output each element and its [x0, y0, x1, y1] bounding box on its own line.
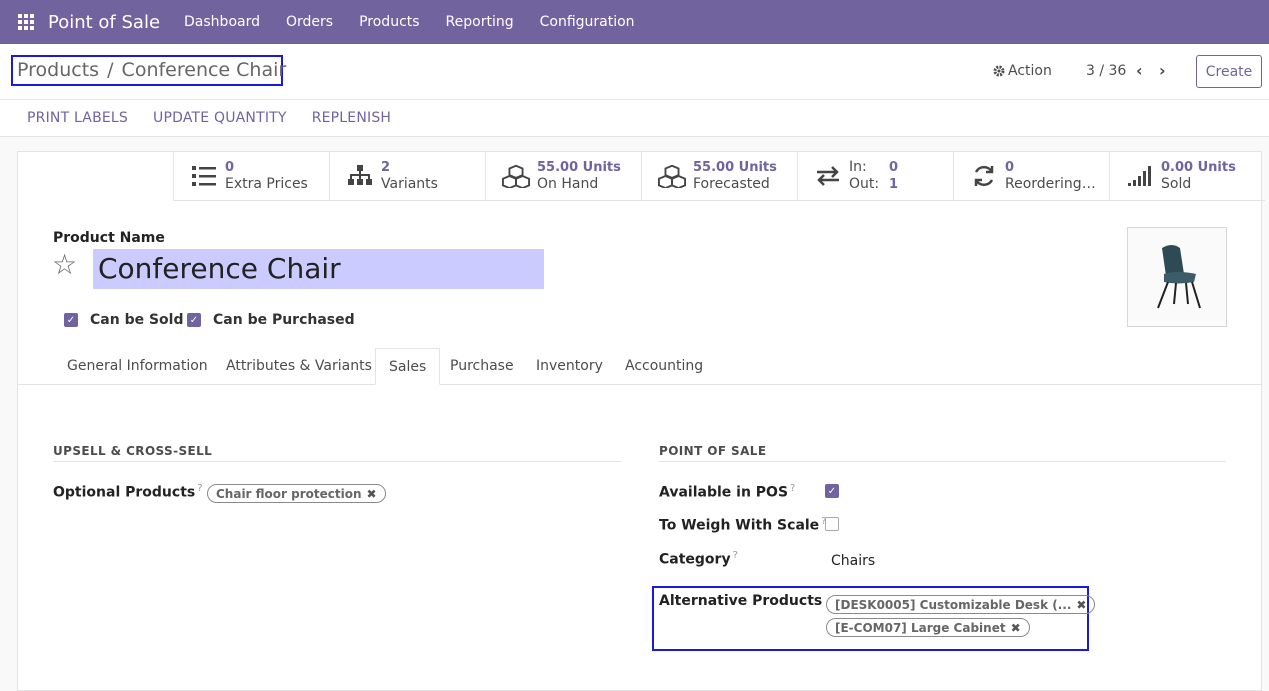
product-name-label: Product Name: [53, 230, 165, 246]
alternative-product-tag-label: [DESK0005] Customizable Desk (...: [835, 597, 1072, 612]
refresh-icon: [970, 163, 998, 189]
can-be-sold-label: Can be Sold: [90, 312, 184, 328]
sold-value: 0.00 Units: [1161, 160, 1236, 175]
chevron-left-icon[interactable]: ‹: [1136, 61, 1143, 80]
can-be-sold-checkbox[interactable]: ✓ Can be Sold: [64, 312, 183, 328]
optional-products-label: Optional Products?: [53, 483, 203, 501]
remove-tag-icon[interactable]: ✖: [1011, 621, 1021, 635]
breadcrumb-parent[interactable]: Products: [17, 59, 99, 81]
extra-prices-button[interactable]: 0 Extra Prices: [173, 152, 329, 201]
out-value: 1: [889, 177, 899, 192]
print-labels-button[interactable]: PRINT LABELS: [27, 110, 128, 126]
tab-general-information[interactable]: General Information: [67, 348, 208, 385]
available-in-pos-label: Available in POS?: [659, 483, 796, 501]
pos-section-title: POINT OF SALE: [659, 444, 767, 458]
action-button[interactable]: Action: [993, 63, 1052, 79]
in-out-button[interactable]: In: 0 Out: 1: [797, 152, 953, 201]
sitemap-icon: [346, 163, 374, 189]
variants-button[interactable]: 2 Variants: [329, 152, 485, 201]
variants-value: 2: [381, 160, 391, 175]
notebook-tabs: General Information Attributes & Variant…: [18, 348, 1261, 385]
sold-button[interactable]: 0.00 Units Sold: [1109, 152, 1265, 201]
action-label: Action: [1008, 63, 1052, 79]
cubes-icon: [658, 163, 686, 189]
tab-purchase[interactable]: Purchase: [450, 348, 514, 385]
app-brand[interactable]: Point of Sale: [48, 12, 160, 33]
breadcrumb-separator: /: [107, 59, 114, 81]
sold-label: Sold: [1161, 176, 1192, 192]
can-be-purchased-label: Can be Purchased: [213, 312, 355, 328]
gear-icon: [993, 65, 1005, 77]
weigh-with-scale-label: To Weigh With Scale?: [659, 516, 827, 534]
tab-inventory[interactable]: Inventory: [536, 348, 603, 385]
reordering-value: 0: [1005, 160, 1015, 175]
pos-divider: [659, 461, 1226, 462]
upsell-section-title: UPSELL & CROSS-SELL: [53, 444, 213, 458]
exchange-icon: [814, 163, 842, 189]
can-be-purchased-checkbox[interactable]: ✓ Can be Purchased: [187, 312, 355, 328]
smart-buttons: 0 Extra Prices 2 Variants 55.00 Units On…: [173, 152, 1265, 201]
tab-attributes-variants[interactable]: Attributes & Variants: [226, 348, 372, 385]
form-sheet: 0 Extra Prices 2 Variants 55.00 Units On…: [17, 151, 1265, 691]
category-label: Category?: [659, 550, 738, 568]
reordering-label: Reordering…: [1005, 176, 1096, 192]
star-icon[interactable]: ☆: [52, 250, 77, 280]
breadcrumb: Products / Conference Chair: [11, 55, 286, 86]
chair-image: [1157, 245, 1201, 309]
help-icon[interactable]: ?: [197, 483, 202, 494]
control-panel: Products / Conference Chair Action 3 / 3…: [0, 44, 1269, 100]
optional-product-tag: Chair floor protection ✖: [207, 484, 386, 503]
menu-dashboard[interactable]: Dashboard: [184, 14, 260, 30]
form-statusbar: PRINT LABELS UPDATE QUANTITY REPLENISH: [0, 100, 1269, 137]
help-icon[interactable]: ?: [790, 483, 795, 494]
cubes-icon: [502, 163, 530, 189]
check-icon: ✓: [187, 313, 201, 327]
product-name-input[interactable]: Conference Chair: [93, 249, 544, 289]
in-value: 0: [889, 160, 899, 175]
list-icon: [190, 163, 218, 189]
alternative-products-label: Alternative Products: [659, 593, 823, 609]
alternative-product-tag: [E-COM07] Large Cabinet ✖: [826, 618, 1030, 637]
alternative-product-tag-label: [E-COM07] Large Cabinet: [835, 620, 1006, 635]
pager-value[interactable]: 3 / 36: [1086, 63, 1126, 79]
forecasted-button[interactable]: 55.00 Units Forecasted: [641, 152, 797, 201]
menu-configuration[interactable]: Configuration: [540, 14, 635, 30]
remove-tag-icon[interactable]: ✖: [367, 487, 377, 501]
extra-prices-value: 0: [225, 160, 235, 175]
on-hand-button[interactable]: 55.00 Units On Hand: [485, 152, 641, 201]
available-in-pos-checkbox[interactable]: ✓: [825, 484, 839, 498]
replenish-button[interactable]: REPLENISH: [312, 110, 391, 126]
menu-products[interactable]: Products: [359, 14, 419, 30]
product-image[interactable]: [1127, 227, 1227, 327]
reordering-button[interactable]: 0 Reordering…: [953, 152, 1109, 201]
extra-prices-label: Extra Prices: [225, 176, 308, 192]
on-hand-value: 55.00 Units: [537, 160, 621, 175]
breadcrumb-current: Conference Chair: [121, 59, 287, 81]
tab-accounting[interactable]: Accounting: [625, 348, 703, 385]
menu-orders[interactable]: Orders: [286, 14, 333, 30]
chevron-right-icon[interactable]: ›: [1159, 61, 1166, 80]
forecasted-label: Forecasted: [693, 176, 770, 192]
out-label: Out:: [849, 176, 880, 192]
in-label: In:: [849, 159, 867, 175]
on-hand-label: On Hand: [537, 176, 599, 192]
tab-sales[interactable]: Sales: [375, 348, 441, 385]
forecasted-value: 55.00 Units: [693, 160, 777, 175]
signal-icon: [1126, 163, 1154, 189]
top-navbar: Point of Sale Dashboard Orders Products …: [0, 0, 1269, 44]
update-quantity-button[interactable]: UPDATE QUANTITY: [153, 110, 287, 126]
upsell-divider: [53, 461, 621, 462]
weigh-with-scale-checkbox[interactable]: [825, 517, 839, 531]
alternative-product-tag: [DESK0005] Customizable Desk (... ✖: [826, 595, 1096, 614]
remove-tag-icon[interactable]: ✖: [1076, 598, 1086, 612]
category-value[interactable]: Chairs: [831, 553, 875, 569]
create-button[interactable]: Create: [1196, 55, 1262, 88]
variants-label: Variants: [381, 176, 438, 192]
menu-reporting[interactable]: Reporting: [446, 14, 514, 30]
help-icon[interactable]: ?: [733, 550, 738, 561]
optional-product-tag-label: Chair floor protection: [216, 486, 362, 501]
check-icon: ✓: [64, 313, 78, 327]
apps-menu-icon[interactable]: [18, 14, 34, 30]
